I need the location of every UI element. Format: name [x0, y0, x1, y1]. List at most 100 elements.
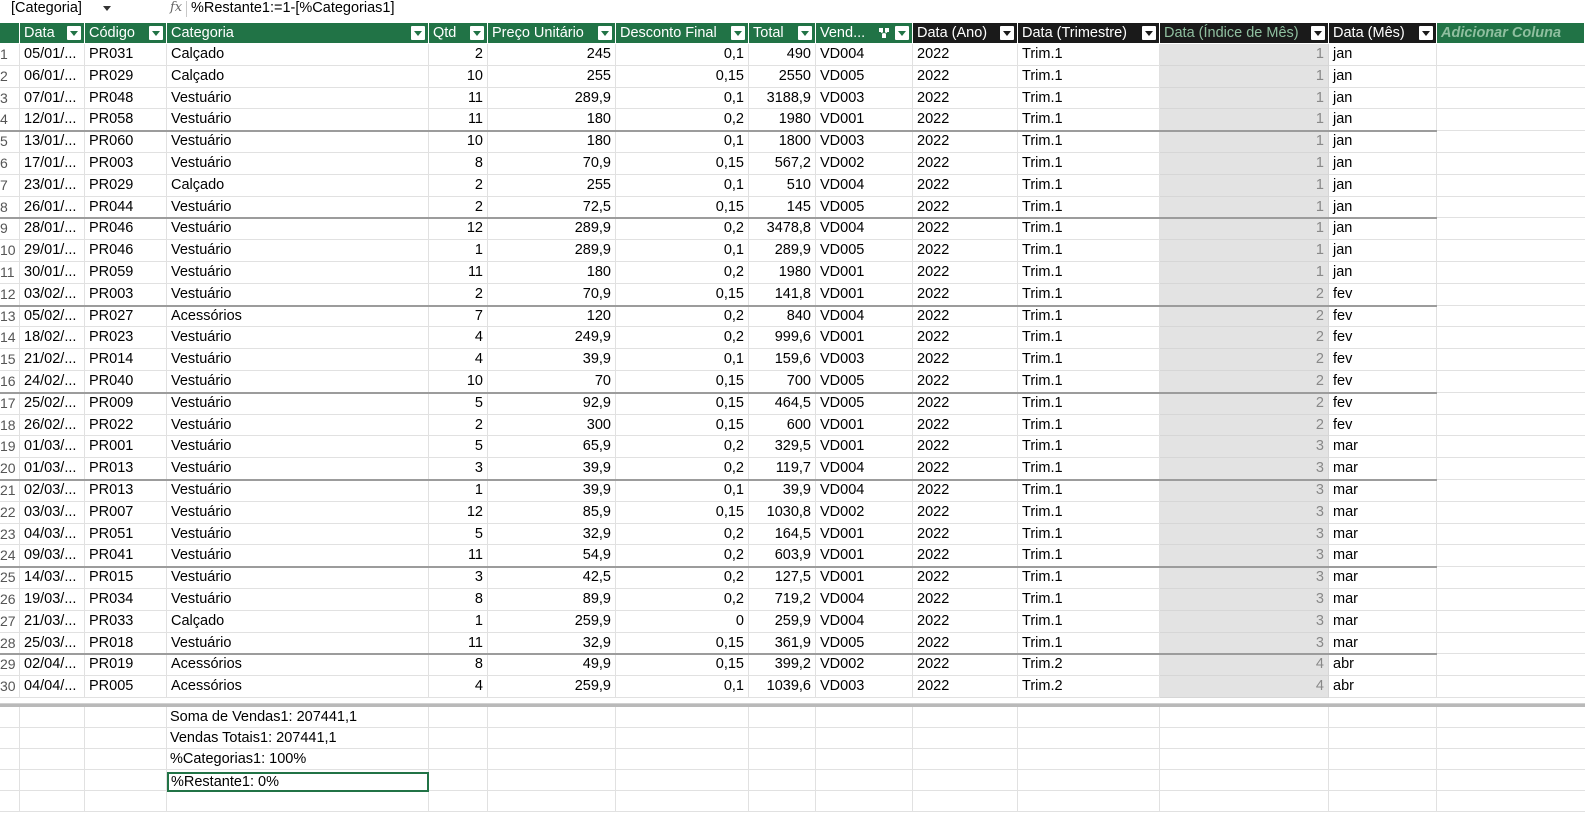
table-cell-empty[interactable] — [1437, 44, 1585, 66]
table-cell-empty[interactable] — [1437, 88, 1585, 110]
table-cell[interactable]: 13/01/... — [20, 131, 85, 153]
measure-grid-cell[interactable] — [913, 707, 1018, 728]
table-cell[interactable]: jan — [1329, 153, 1437, 175]
table-cell[interactable]: Trim.1 — [1018, 632, 1160, 655]
table-cell[interactable]: 2 — [1160, 371, 1329, 393]
measure-grid-cell[interactable] — [616, 770, 749, 791]
table-cell[interactable]: 300 — [488, 414, 616, 437]
table-cell[interactable]: Calçado — [167, 174, 429, 197]
table-cell[interactable]: 2022 — [913, 131, 1018, 153]
table-cell[interactable]: 1 — [429, 480, 488, 502]
table-cell[interactable]: Trim.1 — [1018, 153, 1160, 175]
table-cell[interactable]: PR044 — [85, 196, 167, 219]
table-cell[interactable]: 3 — [429, 458, 488, 480]
table-cell[interactable]: PR029 — [85, 174, 167, 197]
table-cell[interactable]: Trim.1 — [1018, 87, 1160, 110]
measure-grid-cell[interactable] — [20, 791, 85, 812]
table-cell[interactable]: 04/03/... — [20, 523, 85, 546]
table-cell[interactable]: 0,2 — [616, 458, 749, 480]
measure-grid-cell[interactable] — [913, 770, 1018, 791]
table-cell[interactable]: Trim.1 — [1018, 567, 1160, 589]
table-cell[interactable]: 8 — [429, 654, 488, 677]
table-cell[interactable]: PR014 — [85, 349, 167, 371]
table-cell[interactable]: 14/03/... — [20, 567, 85, 589]
table-cell-empty[interactable] — [1437, 371, 1585, 393]
table-cell[interactable]: mar — [1329, 480, 1437, 502]
table-cell[interactable]: 2 — [1160, 283, 1329, 306]
table-cell-empty[interactable] — [1437, 524, 1585, 546]
table-cell[interactable]: Trim.1 — [1018, 65, 1160, 88]
table-cell[interactable]: 1 — [429, 610, 488, 633]
table-cell[interactable]: PR018 — [85, 632, 167, 655]
column-header-categoria[interactable]: Categoria — [167, 23, 428, 43]
table-cell[interactable]: 5 — [429, 436, 488, 459]
table-cell[interactable]: 2022 — [913, 305, 1018, 328]
measure-grid-cell[interactable] — [749, 749, 816, 770]
table-cell[interactable]: PR023 — [85, 327, 167, 350]
table-cell[interactable]: 3188,9 — [749, 87, 816, 110]
table-cell[interactable]: 120 — [488, 305, 616, 328]
table-cell[interactable]: 2 — [1160, 305, 1329, 328]
table-cell[interactable]: 1 — [1160, 262, 1329, 284]
table-cell[interactable]: Vestuário — [167, 480, 429, 502]
table-cell[interactable]: Calçado — [167, 610, 429, 633]
table-cell[interactable]: VD003 — [816, 131, 913, 153]
table-cell[interactable]: Trim.1 — [1018, 218, 1160, 241]
table-cell[interactable]: 2 — [1160, 392, 1329, 415]
table-cell[interactable]: 1 — [1160, 240, 1329, 262]
table-cell[interactable]: 0 — [616, 610, 749, 633]
table-cell[interactable]: 0,15 — [616, 283, 749, 306]
table-cell[interactable]: 05/02/... — [20, 305, 85, 328]
measure-grid-cell[interactable] — [616, 791, 749, 812]
table-cell[interactable]: 4 — [429, 327, 488, 350]
table-cell[interactable]: 2 — [1160, 349, 1329, 371]
filter-dropdown-icon[interactable] — [1000, 26, 1014, 40]
table-cell[interactable]: mar — [1329, 589, 1437, 611]
table-cell[interactable]: 10 — [429, 131, 488, 153]
table-cell[interactable]: 510 — [749, 174, 816, 197]
measure-grid-cell[interactable] — [85, 770, 167, 791]
table-cell[interactable]: 11 — [429, 87, 488, 110]
table-cell[interactable]: 26/02/... — [20, 414, 85, 437]
table-cell[interactable]: 249,9 — [488, 327, 616, 350]
table-cell[interactable]: 490 — [749, 44, 816, 66]
column-header-qtd[interactable]: Qtd — [429, 23, 487, 43]
measure-grid-cell[interactable] — [488, 728, 616, 749]
column-header-add[interactable]: Adicionar Coluna — [1437, 23, 1584, 43]
table-cell[interactable]: 02/03/... — [20, 480, 85, 502]
table-cell[interactable]: 1 — [1160, 153, 1329, 175]
measure-grid-cell[interactable] — [429, 728, 488, 749]
table-cell[interactable]: 2022 — [913, 501, 1018, 524]
measure-grid-cell[interactable] — [616, 728, 749, 749]
table-cell[interactable]: Vestuário — [167, 632, 429, 655]
column-header-total[interactable]: Total — [749, 23, 815, 43]
table-cell[interactable]: Trim.1 — [1018, 283, 1160, 306]
table-cell[interactable]: 289,9 — [488, 218, 616, 241]
table-cell[interactable]: VD005 — [816, 392, 913, 415]
table-cell[interactable]: PR003 — [85, 283, 167, 306]
table-cell[interactable]: 1039,6 — [749, 676, 816, 698]
table-cell[interactable]: 17/01/... — [20, 153, 85, 175]
filter-dropdown-icon[interactable] — [731, 26, 745, 40]
measure-grid-cell[interactable] — [488, 707, 616, 728]
table-cell[interactable]: mar — [1329, 458, 1437, 480]
table-cell[interactable]: 4 — [1160, 654, 1329, 677]
table-cell[interactable]: 39,9 — [488, 458, 616, 480]
table-cell-empty[interactable] — [1437, 349, 1585, 371]
table-cell-empty[interactable] — [1437, 218, 1585, 241]
measure-grid-cell[interactable] — [1437, 770, 1585, 791]
table-cell[interactable]: Vestuário — [167, 283, 429, 306]
table-cell[interactable]: 2 — [429, 174, 488, 197]
table-cell[interactable]: 30/01/... — [20, 262, 85, 284]
table-cell[interactable]: 603,9 — [749, 545, 816, 568]
table-cell[interactable]: 54,9 — [488, 545, 616, 568]
table-cell[interactable]: 0,2 — [616, 523, 749, 546]
table-cell[interactable]: Trim.1 — [1018, 501, 1160, 524]
measure-grid-cell[interactable] — [1437, 728, 1585, 749]
measure-grid-cell[interactable] — [816, 770, 913, 791]
table-cell[interactable]: Trim.1 — [1018, 262, 1160, 284]
table-cell-empty[interactable] — [1437, 545, 1585, 568]
table-cell[interactable]: Trim.1 — [1018, 327, 1160, 350]
filter-dropdown-icon[interactable] — [1419, 26, 1433, 40]
table-cell[interactable]: abr — [1329, 676, 1437, 698]
